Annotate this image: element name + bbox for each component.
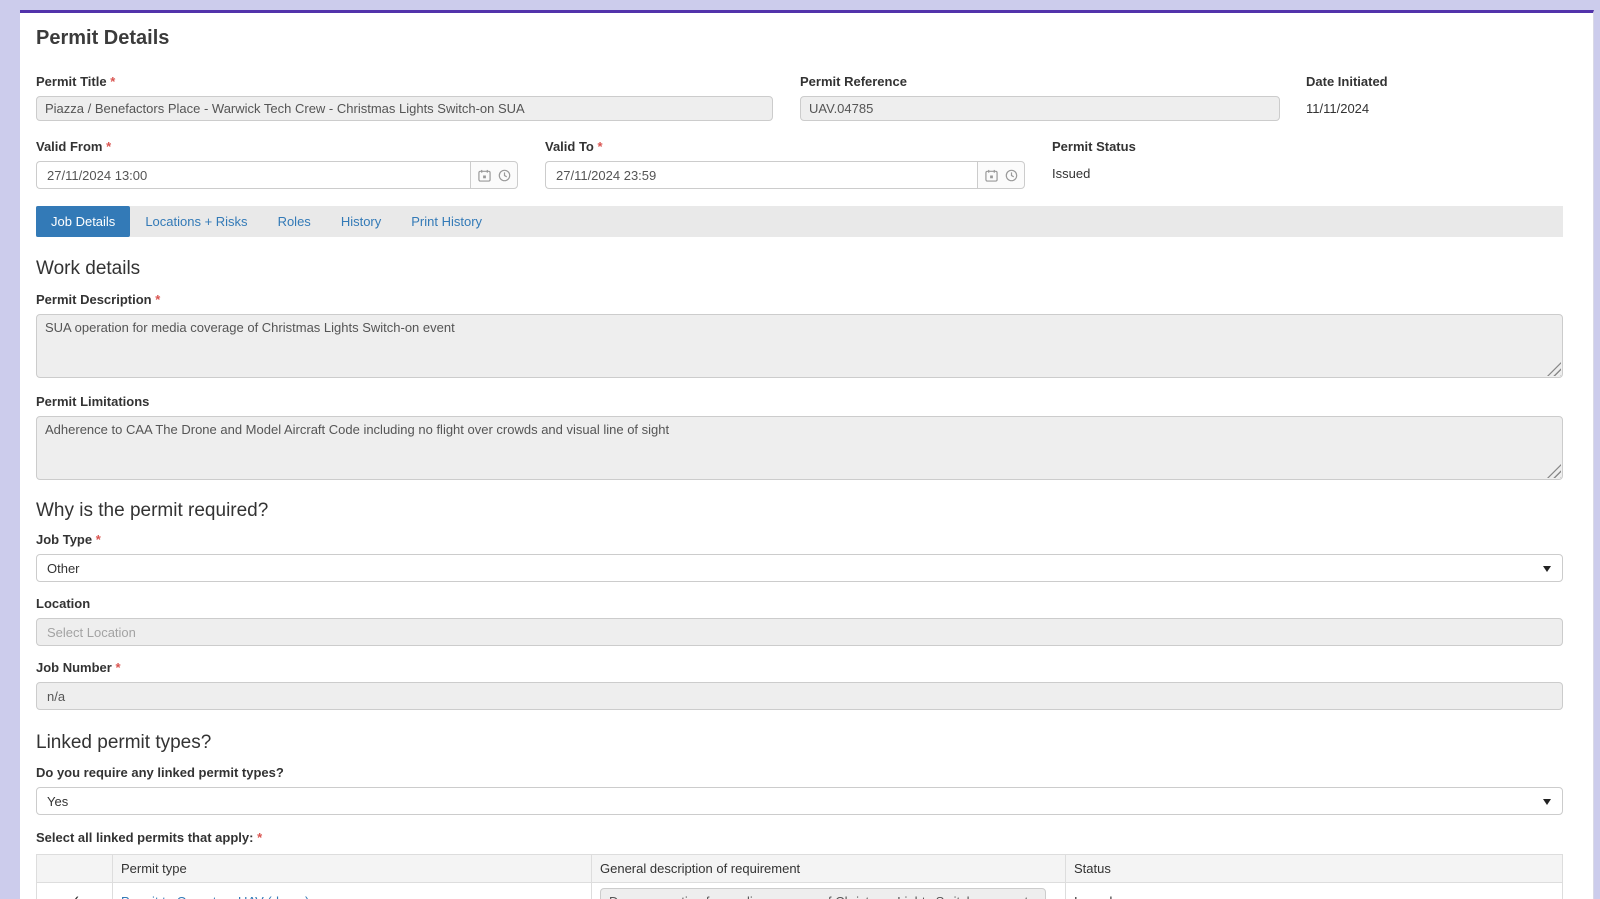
permit-status-value: Issued xyxy=(1052,166,1091,181)
valid-from-field: Valid From * xyxy=(36,139,518,189)
valid-to-group xyxy=(545,161,1025,189)
chevron-down-icon xyxy=(1543,566,1551,572)
permit-description-label: Permit Description * xyxy=(36,292,161,307)
why-required-heading: Why is the permit required? xyxy=(36,500,269,521)
job-type-field: Job Type * Other xyxy=(36,532,1563,582)
location-field: Location Select Location xyxy=(36,596,1563,646)
table-row: ✓ Permit to Operate a UAV (drone) Issued xyxy=(36,882,1563,899)
permit-title-input[interactable] xyxy=(36,96,773,121)
description-cell xyxy=(591,882,1066,899)
header-status: Status xyxy=(1065,854,1563,883)
permit-type-link[interactable]: Permit to Operate a UAV (drone) xyxy=(121,894,309,899)
required-asterisk: * xyxy=(95,532,101,547)
permit-status-label: Permit Status xyxy=(1052,139,1136,154)
job-number-field: Job Number * n/a xyxy=(36,660,1563,710)
valid-to-label: Valid To * xyxy=(545,139,603,154)
valid-from-group xyxy=(36,161,518,189)
valid-from-addon[interactable] xyxy=(470,161,518,189)
permit-title-field: Permit Title * xyxy=(36,74,773,121)
job-number-value: n/a xyxy=(47,688,66,704)
permit-description-field: Permit Description * xyxy=(36,292,1563,378)
valid-to-field: Valid To * xyxy=(545,139,1025,189)
tab-roles[interactable]: Roles xyxy=(263,206,326,237)
permit-limitations-textarea[interactable] xyxy=(36,416,1563,480)
permit-description-textarea[interactable] xyxy=(36,314,1563,378)
permit-reference-input[interactable] xyxy=(800,96,1280,121)
permit-reference-field: Permit Reference xyxy=(800,74,1280,121)
location-label: Location xyxy=(36,596,91,611)
table-header-row: Permit type General description of requi… xyxy=(36,854,1563,883)
linked-permits-heading: Linked permit types? xyxy=(36,732,212,753)
linked-question-field: Do you require any linked permit types? … xyxy=(36,765,1563,815)
calendar-icon[interactable] xyxy=(984,169,998,182)
header-row-1: Permit Title * Permit Reference Date Ini… xyxy=(36,74,1563,121)
tab-bar: Job Details Locations + Risks Roles Hist… xyxy=(36,206,1563,237)
linked-permits-table: Permit type General description of requi… xyxy=(36,854,1563,899)
status-cell: Issued xyxy=(1065,882,1563,899)
linked-question-label: Do you require any linked permit types? xyxy=(36,765,284,780)
valid-from-input[interactable] xyxy=(36,161,470,189)
job-type-selected-value: Other xyxy=(47,560,80,576)
clock-icon[interactable] xyxy=(1005,169,1018,182)
work-details-heading: Work details xyxy=(36,258,141,279)
date-initiated-label: Date Initiated xyxy=(1306,74,1388,89)
permit-limitations-label: Permit Limitations xyxy=(36,394,150,409)
linked-question-selected-value: Yes xyxy=(47,793,69,809)
required-asterisk: * xyxy=(106,139,112,154)
chevron-down-icon xyxy=(1543,799,1551,805)
clock-icon[interactable] xyxy=(498,169,511,182)
header-selected xyxy=(36,854,113,883)
job-number-label: Job Number * xyxy=(36,660,121,675)
linked-table-caption: Select all linked permits that apply: * xyxy=(36,830,263,845)
date-initiated-value: 11/11/2024 xyxy=(1306,101,1370,116)
job-number-input[interactable]: n/a xyxy=(36,682,1563,710)
valid-to-addon[interactable] xyxy=(977,161,1025,189)
required-asterisk: * xyxy=(257,830,263,845)
linked-permits-table-block: Select all linked permits that apply: * … xyxy=(36,830,1563,899)
date-initiated-field: Date Initiated 11/11/2024 xyxy=(1306,74,1563,116)
required-asterisk: * xyxy=(110,74,116,89)
linked-question-select[interactable]: Yes xyxy=(36,787,1563,815)
required-asterisk: * xyxy=(115,660,121,675)
calendar-icon[interactable] xyxy=(477,169,491,182)
header-description: General description of requirement xyxy=(591,854,1066,883)
valid-to-input[interactable] xyxy=(545,161,977,189)
location-placeholder: Select Location xyxy=(47,624,136,640)
tab-print-history[interactable]: Print History xyxy=(396,206,497,237)
permit-reference-label: Permit Reference xyxy=(800,74,907,89)
valid-from-label: Valid From * xyxy=(36,139,112,154)
job-type-select[interactable]: Other xyxy=(36,554,1563,582)
permit-title-label: Permit Title * xyxy=(36,74,116,89)
permit-status-field: Permit Status Issued xyxy=(1052,139,1563,181)
permit-limitations-field: Permit Limitations xyxy=(36,394,1563,480)
tab-history[interactable]: History xyxy=(326,206,396,237)
requirement-description-input[interactable] xyxy=(600,888,1046,899)
header-row-2: Valid From * Valid To * xyxy=(36,139,1563,189)
check-icon[interactable]: ✓ xyxy=(36,882,113,899)
required-asterisk: * xyxy=(155,292,161,307)
tab-locations-risks[interactable]: Locations + Risks xyxy=(130,206,262,237)
tab-job-details[interactable]: Job Details xyxy=(36,206,131,237)
header-permit-type: Permit type xyxy=(112,854,592,883)
permit-details-panel: Permit Details Permit Title * Permit Ref… xyxy=(20,10,1594,899)
job-type-label: Job Type * xyxy=(36,532,101,547)
page-title: Permit Details xyxy=(36,27,170,49)
permit-type-cell: Permit to Operate a UAV (drone) xyxy=(112,882,592,899)
required-asterisk: * xyxy=(597,139,603,154)
location-input[interactable]: Select Location xyxy=(36,618,1563,646)
